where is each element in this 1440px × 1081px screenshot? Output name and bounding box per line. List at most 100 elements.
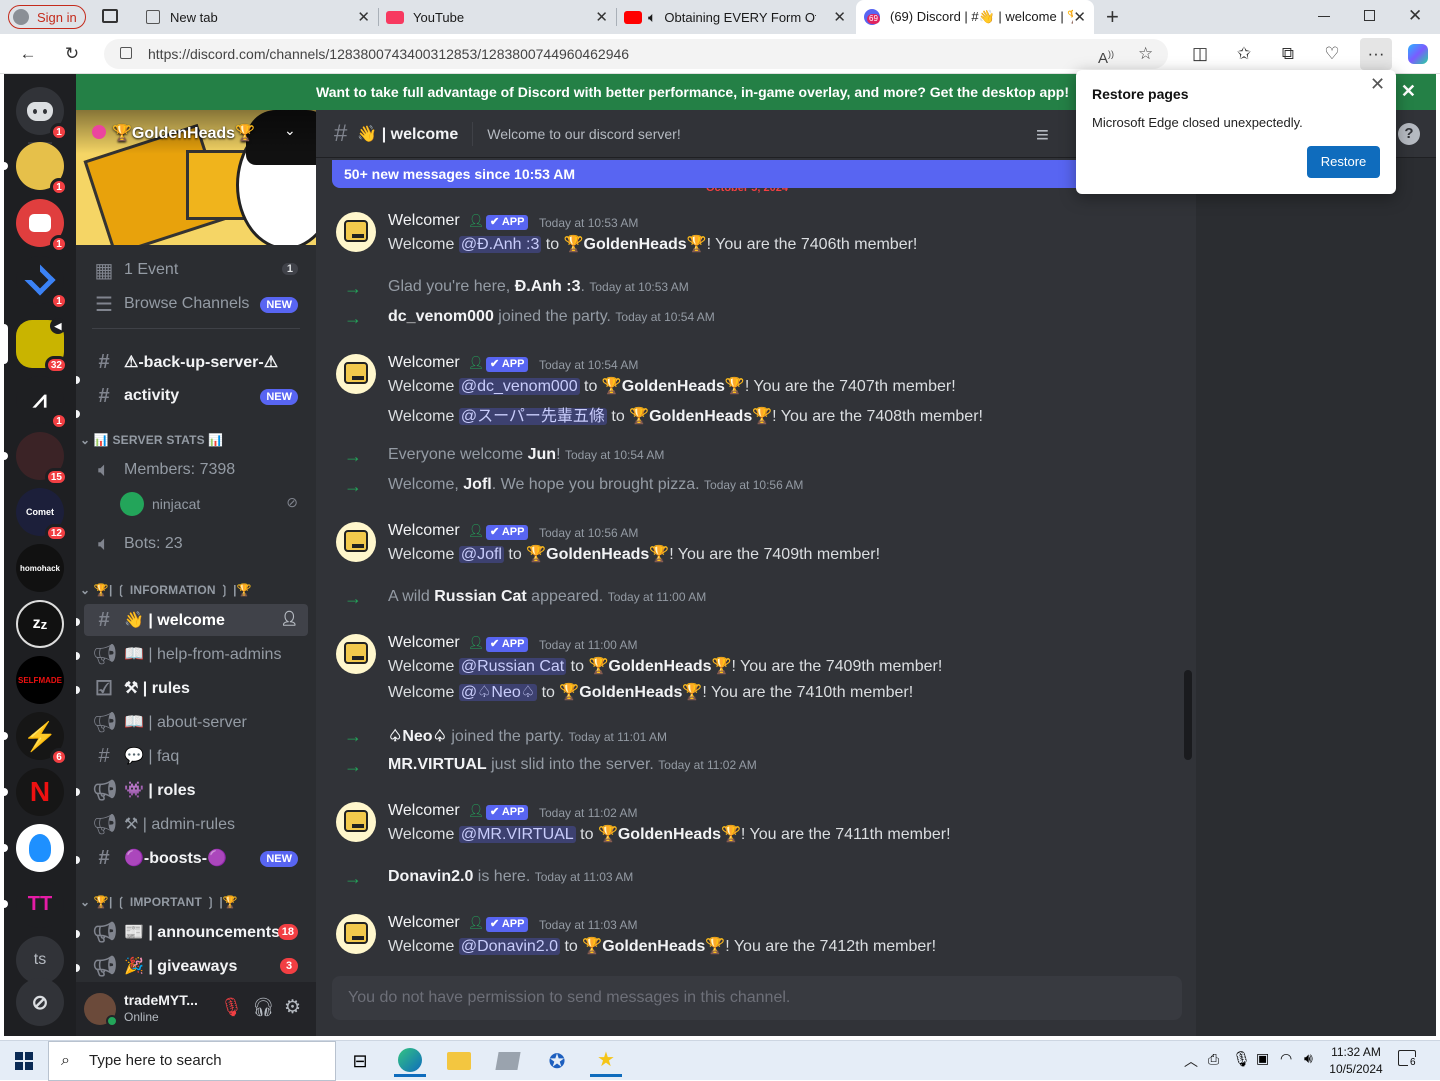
category-important[interactable]: ⌄ 🏆| ❲ IMPORTANT ❳ |🏆	[80, 895, 238, 909]
user-link[interactable]: Russian Cat	[434, 588, 526, 605]
new-tab-button[interactable]: +	[1106, 4, 1119, 30]
user-mention[interactable]: @Donavin2.0	[458, 938, 561, 955]
read-aloud-icon[interactable]: A))	[1098, 39, 1114, 74]
avatar[interactable]	[84, 993, 118, 1027]
server-icon[interactable]: Comet 12	[16, 488, 68, 542]
speaker-icon[interactable]: 🔈︎	[648, 9, 656, 26]
welcomer-avatar[interactable]	[336, 634, 376, 674]
tab-youtube-video[interactable]: 🔈︎ Obtaining EVERY Form Of LU ✕	[616, 0, 854, 34]
start-windows-icon[interactable]	[8, 1045, 40, 1077]
chat-scrollbar[interactable]	[1184, 670, 1192, 760]
user-mention[interactable]: @dc_venom000	[458, 378, 580, 395]
user-mention[interactable]: @Russian Cat	[458, 658, 567, 675]
welcomer-avatar[interactable]	[336, 914, 376, 954]
user-mention[interactable]: @スーパー先輩五條	[458, 408, 607, 425]
tab-youtube[interactable]: YouTube ✕	[378, 0, 616, 34]
close-icon[interactable]: ✕	[1370, 74, 1385, 95]
minimize-button[interactable]	[1318, 16, 1330, 17]
server-icon[interactable]: 15	[4, 432, 68, 486]
server-icon[interactable]: ⚡ 6	[4, 712, 68, 766]
clock[interactable]: 11:32 AM 10/5/2024	[1326, 1044, 1386, 1078]
message-author[interactable]: Welcomer 👤︎	[388, 802, 484, 820]
app-icon[interactable]	[492, 1045, 524, 1077]
channel-admin-rules[interactable]: 📢︎ ⚒ | admin-rules	[84, 808, 308, 840]
close-window-button[interactable]: ✕	[1408, 6, 1422, 26]
tab-discord[interactable]: 69 (69) Discord | #👋 | welcome | 🏆 ✕	[856, 0, 1094, 34]
channel-faq[interactable]: # 💬 | faq	[84, 740, 308, 772]
threads-icon[interactable]: ≡	[1036, 122, 1049, 148]
voice-channel-members[interactable]: 🔈︎ Members: 7398	[84, 454, 308, 486]
favorites-icon[interactable]: ✩	[1232, 42, 1256, 66]
user-link[interactable]: ♤Neo♤	[388, 728, 447, 745]
events-item[interactable]: ▦ 1 Event 1	[84, 254, 308, 286]
taskbar-search[interactable]: ⌕ Type here to search	[48, 1041, 336, 1081]
user-link[interactable]: Jun	[528, 446, 556, 463]
server-name[interactable]: 🏆GoldenHeads🏆	[92, 123, 255, 143]
server-icon[interactable]: TT	[4, 880, 64, 928]
back-icon[interactable]: ←	[16, 42, 40, 66]
server-icon[interactable]	[4, 824, 64, 872]
server-icon[interactable]: 1	[4, 142, 68, 196]
close-tab-icon[interactable]: ✕	[595, 8, 608, 26]
volume-icon[interactable]: 🔊︎	[1304, 1050, 1313, 1067]
voice-user[interactable]: ninjacat ⊘	[84, 488, 308, 520]
collections-icon[interactable]: ⧉	[1276, 42, 1300, 66]
close-tab-icon[interactable]: ✕	[1073, 8, 1086, 26]
chevron-up-icon[interactable]: ︿	[1184, 1051, 1198, 1071]
new-messages-bar[interactable]: 50+ new messages since 10:53 AM Ma	[332, 160, 1182, 188]
add-member-icon[interactable]: 👤︎	[280, 610, 298, 627]
favorite-star-icon[interactable]: ☆	[1138, 39, 1153, 69]
app-icon[interactable]: ✪	[541, 1045, 573, 1077]
channel-announcements[interactable]: 📢︎ 📰 | announcements 18	[84, 916, 308, 948]
channel-activity[interactable]: # activity NEW	[84, 380, 308, 412]
category-information[interactable]: ⌄ 🏆| ❲ INFORMATION ❳ |🏆	[80, 583, 252, 597]
url-bar[interactable]: https://discord.com/channels/12838007434…	[104, 39, 1168, 69]
channel-roles[interactable]: 📢︎ 👾 | roles	[84, 774, 308, 806]
help-icon[interactable]: ?	[1398, 123, 1420, 145]
server-icon[interactable]: 1	[16, 199, 68, 253]
voice-channel-bots[interactable]: 🔈︎ Bots: 23	[84, 528, 308, 560]
close-banner-icon[interactable]: ✕	[1401, 81, 1416, 102]
restore-window-button[interactable]	[1364, 10, 1375, 21]
app-icon[interactable]: ★	[590, 1045, 622, 1077]
close-tab-icon[interactable]: ✕	[357, 8, 370, 26]
server-icon[interactable]: 1	[16, 256, 68, 310]
channel-boosts[interactable]: # 🟣-boosts-🟣 NEW	[84, 842, 308, 874]
tray-icon[interactable]: ⎙	[1208, 1051, 1219, 1068]
server-icon[interactable]: SELFMADE	[16, 656, 64, 704]
channel-about-server[interactable]: 📢︎ 📖 | about-server	[84, 706, 308, 738]
task-view-icon[interactable]: ⊟	[344, 1045, 376, 1077]
restore-button[interactable]: Restore	[1307, 146, 1380, 178]
user-mention[interactable]: @Jofl	[458, 546, 504, 563]
server-icon[interactable]: homohack	[16, 544, 64, 592]
message-author[interactable]: Welcomer 👤︎	[388, 212, 484, 230]
user-name[interactable]: tradeMYT...	[124, 992, 198, 1008]
tray-icon[interactable]: ▣	[1256, 1050, 1269, 1067]
browse-channels-item[interactable]: ☰ Browse Channels NEW	[84, 288, 308, 320]
file-explorer-icon[interactable]	[443, 1045, 475, 1077]
welcomer-avatar[interactable]	[336, 802, 376, 842]
explore-servers-icon[interactable]: ⊘	[16, 978, 64, 1026]
user-mention[interactable]: @♤Neo♤	[458, 684, 538, 701]
more-menu-icon[interactable]: ···	[1360, 38, 1392, 70]
discord-home-icon[interactable]: 1	[16, 87, 68, 141]
copilot-icon[interactable]	[1406, 42, 1430, 66]
wifi-icon[interactable]: ◠	[1280, 1050, 1292, 1067]
channel-rules[interactable]: ☑ ⚒ | rules	[84, 672, 308, 704]
profile-button[interactable]: Sign in	[8, 5, 86, 29]
tab-actions-icon[interactable]	[102, 9, 118, 23]
server-icon[interactable]: zz	[16, 600, 64, 648]
user-link[interactable]: dc_venom000	[388, 308, 494, 325]
server-icon[interactable]: N	[4, 768, 64, 816]
user-link[interactable]: MR.VIRTUAL	[388, 756, 487, 773]
browser-essentials-icon[interactable]: ♡	[1320, 42, 1344, 66]
message-author[interactable]: Welcomer 👤︎	[388, 634, 484, 652]
user-mention[interactable]: @MR.VIRTUAL	[458, 826, 576, 843]
microphone-icon[interactable]: 🎙︎	[1232, 1050, 1251, 1068]
welcomer-avatar[interactable]	[336, 354, 376, 394]
server-banner[interactable]: 🏆GoldenHeads🏆 ⌄	[76, 110, 316, 245]
welcomer-avatar[interactable]	[336, 212, 376, 252]
channel-help-from-admins[interactable]: 📢︎ 📖 | help-from-admins	[84, 638, 308, 670]
channel-welcome[interactable]: # 👋 | welcome 👤︎	[84, 604, 308, 636]
message-author[interactable]: Welcomer 👤︎	[388, 914, 484, 932]
